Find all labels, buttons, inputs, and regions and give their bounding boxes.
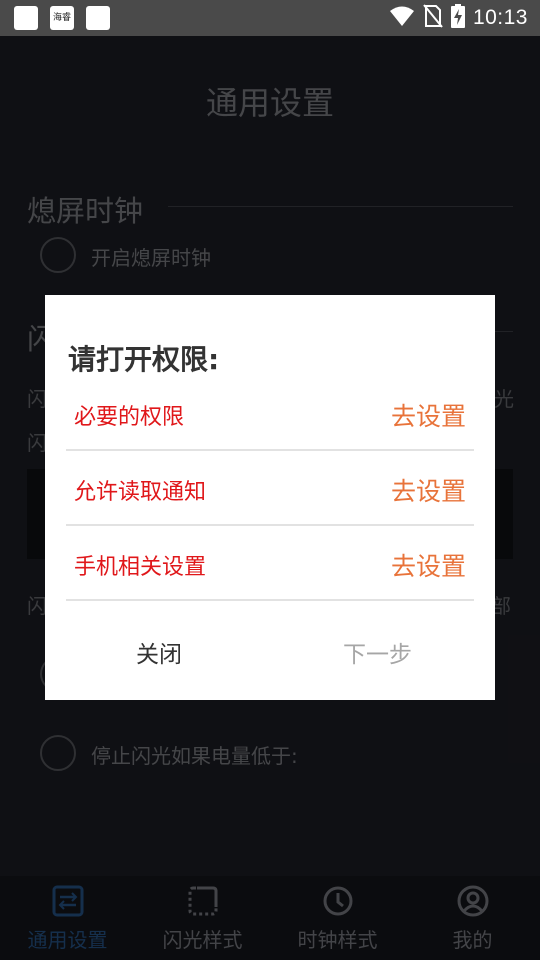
permission-name: 必要的权限 <box>74 405 185 430</box>
notification-icon <box>14 6 38 30</box>
row-divider <box>66 599 474 601</box>
go-settings-button[interactable]: 去设置 <box>391 397 466 433</box>
no-sim-icon <box>423 4 443 32</box>
permission-name: 允许读取通知 <box>74 480 207 505</box>
go-settings-button[interactable]: 去设置 <box>391 472 466 508</box>
battery-charging-icon <box>450 4 465 32</box>
wifi-icon <box>389 5 415 31</box>
app-logo-icon: 海睿 <box>50 6 74 30</box>
permission-row-phone[interactable]: 手机相关设置 去设置 <box>66 527 474 601</box>
permission-name: 手机相关设置 <box>74 555 207 580</box>
row-divider <box>66 524 474 526</box>
permissions-dialog: 请打开权限: 必要的权限 去设置 允许读取通知 去设置 手机相关设置 去设置 关… <box>45 295 495 700</box>
go-settings-button[interactable]: 去设置 <box>391 547 466 583</box>
row-divider <box>66 449 474 451</box>
notification-icon <box>86 6 110 30</box>
clock-time: 10:13 <box>472 6 528 29</box>
permission-row-notification[interactable]: 允许读取通知 去设置 <box>66 452 474 526</box>
dialog-title: 请打开权限: <box>68 343 220 376</box>
close-button[interactable]: 关闭 <box>136 635 182 669</box>
permission-row-required[interactable]: 必要的权限 去设置 <box>66 377 474 451</box>
status-bar: 海睿 10:13 <box>0 0 540 36</box>
next-step-button[interactable]: 下一步 <box>343 635 412 669</box>
